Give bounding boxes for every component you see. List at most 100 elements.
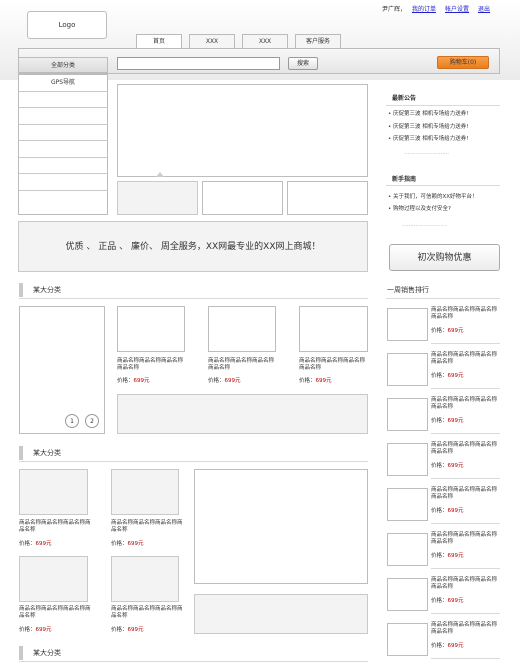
tab-customer-service[interactable]: 客户服务 — [295, 34, 341, 49]
rank-product-name[interactable]: 商品名称商品名称商品名称商品名称 — [431, 352, 501, 366]
category-item[interactable] — [19, 125, 107, 141]
rank-product-name[interactable]: 商品名称商品名称商品名称商品名称 — [431, 622, 501, 636]
divider — [431, 433, 500, 434]
product-image[interactable] — [111, 556, 179, 602]
logo[interactable]: Logo — [27, 11, 107, 39]
product-image[interactable] — [299, 306, 368, 352]
category-item[interactable] — [19, 141, 107, 158]
product-name[interactable]: 商品名称商品名称商品名称商品名称 — [299, 358, 369, 372]
divider — [431, 343, 500, 344]
price-label: 价格： — [431, 463, 448, 469]
product-image[interactable] — [117, 306, 185, 352]
product-image[interactable] — [19, 556, 88, 602]
my-orders-link[interactable]: 我的订单 — [412, 4, 436, 13]
tab-xxx-1[interactable]: XXX — [189, 34, 235, 49]
notice-panel: 最新公告 • 庆促第三波 相机专场给力送券! • 庆促第三波 相机专场给力送券!… — [386, 90, 500, 160]
guide-item[interactable]: • 购物过程以及支付安全? — [388, 204, 451, 212]
account-settings-link[interactable]: 帐户设置 — [445, 4, 469, 13]
section-ad-banner[interactable] — [117, 394, 368, 434]
rank-product-name[interactable]: 商品名称商品名称商品名称商品名称 — [431, 532, 501, 546]
category-item[interactable] — [19, 158, 107, 174]
divider — [431, 613, 500, 614]
divider — [431, 568, 500, 569]
rank-product-image[interactable] — [387, 578, 428, 611]
product-image[interactable] — [19, 469, 88, 515]
guide-item[interactable]: • 关于我们，可信赖的XX好物平台！ — [388, 192, 478, 200]
pager-button-1[interactable]: 1 — [65, 414, 79, 428]
product-price: 价格：699元 — [117, 376, 150, 384]
product-name[interactable]: 商品名称商品名称商品名称商品名称 — [111, 520, 183, 534]
product-name[interactable]: 商品名称商品名称商品名称商品名称 — [117, 358, 187, 372]
product-price: 价格：699元 — [299, 376, 332, 384]
guide-title: 新手指南 — [392, 176, 417, 183]
cart-button[interactable]: 购物车(0) — [437, 56, 489, 69]
rank-product-price: 价格：699元 — [431, 506, 464, 514]
rank-product-price: 价格：699元 — [431, 596, 464, 604]
product-name[interactable]: 商品名称商品名称商品名称商品名称 — [19, 520, 91, 534]
banner-thumb-3[interactable] — [287, 181, 368, 215]
notice-more[interactable]: ……………………… — [404, 150, 449, 156]
pager-label: 2 — [90, 418, 94, 425]
main-banner[interactable] — [117, 84, 368, 177]
divider — [19, 298, 368, 299]
tab-xxx-2[interactable]: XXX — [242, 34, 288, 49]
banner-thumb-2[interactable] — [202, 181, 283, 215]
category-item[interactable] — [19, 108, 107, 125]
product-name[interactable]: 商品名称商品名称商品名称商品名称 — [111, 606, 183, 620]
notice-item[interactable]: • 庆促第三波 相机专场给力送券! — [388, 134, 468, 142]
pager-label: 1 — [70, 418, 74, 425]
section-feature-image[interactable] — [194, 469, 368, 584]
pager-button-2[interactable]: 2 — [85, 414, 99, 428]
product-price: 价格：699元 — [111, 539, 144, 547]
rank-product-image[interactable] — [387, 398, 428, 431]
category-item[interactable]: GPS导航 — [19, 75, 107, 92]
banner-thumb-1[interactable] — [117, 181, 198, 215]
divider — [386, 105, 500, 106]
category-item[interactable] — [19, 92, 107, 108]
search-input[interactable] — [117, 57, 280, 70]
category-item[interactable] — [19, 191, 107, 208]
price-value: 699元 — [447, 328, 464, 334]
all-categories-label: 全部分类 — [50, 62, 75, 69]
category-item[interactable] — [19, 174, 107, 191]
rank-product-image[interactable] — [387, 488, 428, 521]
search-button[interactable]: 搜索 — [288, 57, 318, 70]
all-categories-header[interactable]: 全部分类 — [18, 57, 108, 73]
rank-product-price: 价格：699元 — [431, 371, 464, 379]
section-title: 某大分类 — [19, 283, 61, 297]
rank-product-image[interactable] — [387, 353, 428, 386]
divider — [386, 298, 500, 299]
divider — [431, 478, 500, 479]
rank-product-name[interactable]: 商品名称商品名称商品名称商品名称 — [431, 577, 501, 591]
product-image[interactable] — [111, 469, 179, 515]
logout-link[interactable]: 退出 — [478, 4, 490, 13]
price-value: 699元 — [127, 541, 144, 547]
product-price: 价格：699元 — [208, 376, 241, 384]
rank-product-name[interactable]: 商品名称商品名称商品名称商品名称 — [431, 397, 501, 411]
product-price: 价格：699元 — [19, 625, 52, 633]
rank-product-name[interactable]: 商品名称商品名称商品名称商品名称 — [431, 442, 501, 456]
price-label: 价格： — [117, 378, 134, 384]
rank-product-image[interactable] — [387, 308, 428, 341]
banner-pointer-icon — [156, 172, 164, 177]
first-buy-button[interactable]: 初次购物优惠 — [389, 244, 500, 271]
rank-product-image[interactable] — [387, 623, 428, 656]
price-value: 699元 — [447, 418, 464, 424]
product-image[interactable] — [208, 306, 276, 352]
product-name[interactable]: 商品名称商品名称商品名称商品名称 — [19, 606, 91, 620]
section-ad-banner[interactable] — [194, 594, 368, 634]
notice-item[interactable]: • 庆促第三波 相机专场给力送券! — [388, 109, 468, 117]
notice-item[interactable]: • 庆促第三波 相机专场给力送券! — [388, 122, 468, 130]
price-value: 699元 — [447, 598, 464, 604]
rank-product-name[interactable]: 商品名称商品名称商品名称商品名称 — [431, 307, 501, 321]
price-value: 699元 — [127, 627, 144, 633]
rank-product-image[interactable] — [387, 443, 428, 476]
product-price: 价格：699元 — [19, 539, 52, 547]
rank-product-image[interactable] — [387, 533, 428, 566]
product-name[interactable]: 商品名称商品名称商品名称商品名称 — [208, 358, 278, 372]
rank-product-name[interactable]: 商品名称商品名称商品名称商品名称 — [431, 487, 501, 501]
product-price: 价格：699元 — [111, 625, 144, 633]
guide-more[interactable]: ……………………… — [402, 222, 447, 228]
price-label: 价格： — [299, 378, 316, 384]
price-label: 价格： — [431, 508, 448, 514]
